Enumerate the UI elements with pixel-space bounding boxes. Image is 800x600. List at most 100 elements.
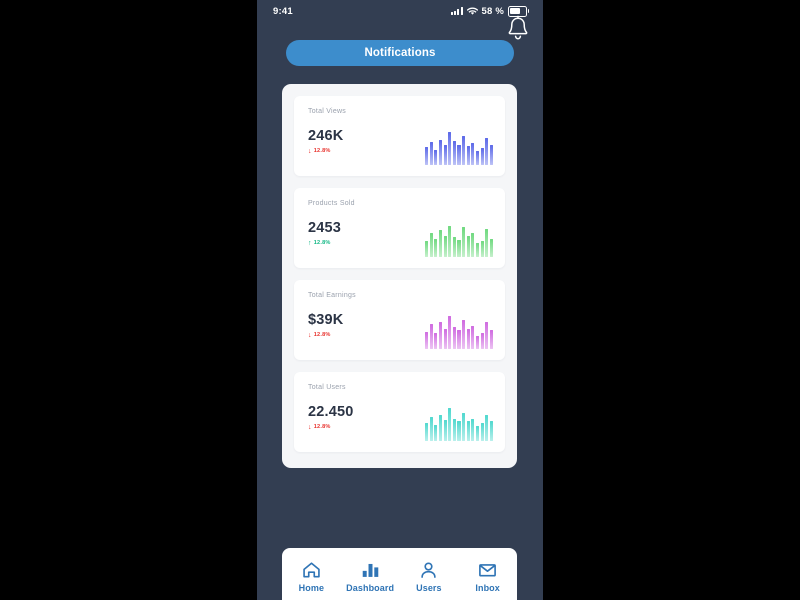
sparkline-bar (471, 325, 475, 349)
sparkline-bar (452, 141, 456, 165)
tab-users[interactable]: Users (403, 560, 455, 593)
sparkline-chart (425, 223, 494, 257)
home-icon (302, 560, 321, 580)
sparkline-bar (462, 413, 466, 441)
sparkline-bar (438, 229, 442, 257)
sparkline-bar (485, 138, 489, 165)
trend-down-icon: ↓ (308, 423, 312, 431)
sparkline-bar (485, 415, 489, 441)
sparkline-bar (429, 417, 433, 441)
envelope-icon (478, 560, 497, 580)
bottom-navigation-bar: Home Dashboard Users Inbox (282, 548, 517, 600)
sparkline-bar (457, 421, 461, 441)
tab-inbox-label: Inbox (475, 582, 500, 593)
sparkline-bar (489, 145, 494, 165)
stat-card-delta-value: 12.8% (313, 424, 331, 430)
sparkline-bar (485, 321, 489, 349)
sparkline-bar (425, 147, 429, 165)
sparkline-bar (471, 143, 475, 165)
sparkline-chart (425, 131, 494, 165)
phone-screen: 9:41 58 % Notifications Total Views 246K (257, 0, 543, 600)
sparkline-bar (462, 320, 466, 349)
sparkline-bar (429, 323, 433, 349)
stat-card-label: Total Views (308, 108, 347, 115)
sparkline-bar (425, 422, 429, 441)
status-time: 9:41 (273, 5, 293, 17)
sparkline-bar (476, 426, 480, 441)
sparkline-bar (489, 238, 494, 257)
wifi-icon (466, 7, 478, 16)
sparkline-bar (480, 423, 484, 441)
sparkline-chart (425, 407, 494, 441)
sparkline-bar (480, 148, 484, 165)
sparkline-bar (489, 420, 494, 441)
stat-card-products-sold[interactable]: Products Sold 2453 ↑ 12.8% (294, 188, 505, 268)
notification-bell-icon[interactable] (505, 14, 531, 42)
bar-chart-icon (361, 560, 380, 580)
sparkline-bar (443, 145, 447, 165)
tab-home-label: Home (298, 582, 325, 593)
sparkline-bar (476, 243, 480, 257)
tab-dashboard-label: Dashboard (346, 582, 395, 593)
sparkline-bar (480, 332, 484, 349)
tab-users-label: Users (416, 582, 442, 593)
sparkline-bar (429, 141, 433, 165)
sparkline-bar (489, 329, 494, 349)
tab-inbox[interactable]: Inbox (462, 560, 514, 593)
stat-card-delta-value: 12.8% (313, 240, 331, 246)
tab-dashboard[interactable]: Dashboard (344, 560, 396, 593)
sparkline-bar (429, 232, 433, 257)
sparkline-chart (425, 315, 494, 349)
sparkline-bar (425, 240, 429, 257)
sparkline-bar (448, 316, 452, 349)
trend-down-icon: ↓ (308, 331, 312, 339)
sparkline-bar (434, 150, 438, 165)
sparkline-bar (434, 333, 438, 349)
sparkline-bar (457, 329, 461, 349)
person-icon (419, 560, 438, 580)
sparkline-bar (443, 235, 447, 257)
sparkline-bar (457, 144, 461, 165)
sparkline-bar (443, 328, 447, 349)
trend-down-icon: ↓ (308, 147, 312, 155)
sparkline-bar (466, 145, 470, 165)
stat-card-label: Total Users (308, 384, 346, 391)
stat-card-label: Total Earnings (308, 292, 356, 299)
sparkline-bar (448, 407, 452, 441)
sparkline-bar (434, 238, 438, 257)
sparkline-bar (466, 329, 470, 349)
sparkline-bar (471, 233, 475, 257)
notifications-button-label: Notifications (364, 47, 436, 59)
sparkline-bar (462, 135, 466, 165)
sparkline-bar (462, 227, 466, 257)
sparkline-bar (485, 229, 489, 257)
sparkline-bar (466, 420, 470, 441)
stat-card-total-users[interactable]: Total Users 22.450 ↓ 12.8% (294, 372, 505, 452)
sparkline-bar (476, 336, 480, 349)
status-bar: 9:41 58 % (257, 0, 543, 22)
sparkline-bar (448, 132, 452, 165)
tab-home[interactable]: Home (285, 560, 337, 593)
sparkline-bar (471, 418, 475, 441)
sparkline-bar (425, 332, 429, 349)
notifications-button[interactable]: Notifications (286, 40, 514, 66)
stat-card-total-earnings[interactable]: Total Earnings $39K ↓ 12.8% (294, 280, 505, 360)
cellular-signal-icon (450, 7, 463, 15)
sparkline-bar (452, 237, 456, 257)
sparkline-bar (452, 418, 456, 441)
trend-up-icon: ↑ (308, 239, 312, 247)
sparkline-bar (438, 322, 442, 349)
sparkline-bar (448, 225, 452, 257)
sparkline-bar (476, 150, 480, 165)
sparkline-bar (452, 327, 456, 349)
sparkline-bar (438, 415, 442, 441)
battery-percent: 58 % (481, 5, 504, 17)
stat-card-delta-value: 12.8% (313, 332, 331, 338)
stat-card-label: Products Sold (308, 200, 355, 207)
sparkline-bar (466, 235, 470, 257)
sparkline-bar (480, 241, 484, 257)
sparkline-bar (438, 139, 442, 165)
stat-card-total-views[interactable]: Total Views 246K ↓ 12.8% (294, 96, 505, 176)
stats-scroll-panel[interactable]: Total Views 246K ↓ 12.8% Products Sold 2… (282, 84, 517, 468)
stat-card-delta-value: 12.8% (313, 148, 331, 154)
